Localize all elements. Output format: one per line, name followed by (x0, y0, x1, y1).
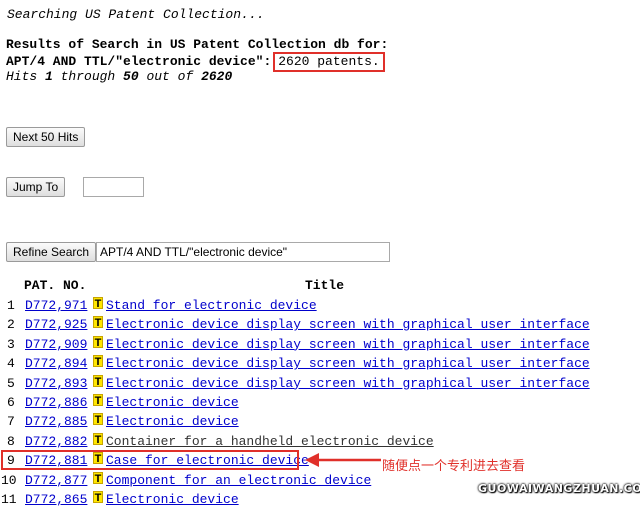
full-text-icon[interactable]: T (93, 316, 103, 329)
patent-number-link[interactable]: D772,971 (25, 296, 87, 315)
patent-title-link[interactable]: Container for a handheld electronic devi… (106, 432, 434, 451)
patent-title-link[interactable]: Stand for electronic device (106, 296, 317, 315)
patent-title-link[interactable]: Electronic device display screen with gr… (106, 354, 590, 373)
hits-out-of: out of (138, 69, 202, 84)
patent-number-link[interactable]: D772,894 (25, 354, 87, 373)
refine-search-button[interactable]: Refine Search (6, 242, 97, 262)
full-text-icon[interactable]: T (93, 491, 103, 504)
row-number: 10 (1, 472, 17, 488)
full-text-icon[interactable]: T (93, 374, 103, 388)
patent-number-link[interactable]: D772,885 (25, 412, 87, 431)
column-header-patno: PAT. NO. (24, 278, 87, 293)
patent-title-link[interactable]: Electronic device (106, 490, 239, 509)
patent-number-link[interactable]: D772,865 (25, 490, 87, 509)
hits-through: through (52, 69, 124, 84)
refine-search-input[interactable]: APT/4 AND TTL/"electronic device" (96, 242, 390, 262)
column-header-title: Title (305, 278, 345, 293)
row-number: 7 (7, 414, 15, 430)
jump-to-input[interactable] (83, 177, 144, 197)
query-text: APT/4 AND TTL/"electronic device": (6, 54, 272, 69)
row-number: 4 (7, 356, 15, 372)
hits-total: 2620 (201, 69, 233, 84)
patent-number-link[interactable]: D772,882 (25, 432, 87, 451)
row-number: 3 (7, 336, 15, 352)
row-number: 5 (7, 375, 15, 391)
hits-from: 1 (45, 69, 53, 84)
patent-number-link[interactable]: D772,925 (25, 315, 87, 334)
hits-prefix: Hits (6, 69, 46, 84)
patent-number-link[interactable]: D772,877 (25, 471, 87, 490)
hits-to: 50 (123, 69, 139, 84)
patent-number-link[interactable]: D772,893 (25, 374, 87, 393)
patent-title-link[interactable]: Component for an electronic device (106, 471, 371, 490)
full-text-icon[interactable]: T (93, 335, 103, 349)
searching-status: Searching US Patent Collection... (7, 7, 265, 22)
patent-number-link[interactable]: D772,909 (25, 335, 87, 354)
patent-title-link[interactable]: Electronic device display screen with gr… (106, 335, 590, 354)
row-number: 2 (7, 317, 15, 333)
watermark-text: GUOWAIWANGZHUAN.COM (478, 482, 640, 495)
results-title: Results of Search in US Patent Collectio… (6, 37, 389, 52)
row-number: 8 (7, 433, 15, 449)
hits-summary: Hits 1 through 50 out of 2620 (6, 69, 232, 84)
row-number: 1 (7, 298, 15, 313)
arrow-icon (305, 453, 381, 467)
next-hits-button[interactable]: Next 50 Hits (6, 127, 86, 147)
annotation-note: 随便点一个专利进去查看 (382, 459, 526, 474)
patent-title-link[interactable]: Electronic device display screen with gr… (106, 315, 590, 334)
patent-title-link[interactable]: Electronic device (106, 412, 239, 431)
row-number: 11 (1, 492, 17, 507)
full-text-icon[interactable]: T (93, 471, 103, 485)
jump-to-button[interactable]: Jump To (6, 177, 66, 197)
full-text-icon[interactable]: T (93, 394, 103, 407)
row-highlight-box (1, 450, 299, 470)
full-text-icon[interactable]: T (93, 432, 103, 446)
result-count-badge: 2620 patents. (273, 52, 385, 72)
full-text-icon[interactable]: T (93, 297, 103, 310)
row-number: 6 (7, 395, 15, 410)
patent-title-link[interactable]: Electronic device (106, 393, 239, 412)
full-text-icon[interactable]: T (93, 413, 103, 426)
patent-number-link[interactable]: D772,886 (25, 393, 87, 412)
patent-title-link[interactable]: Electronic device display screen with gr… (106, 374, 590, 393)
full-text-icon[interactable]: T (93, 355, 103, 368)
